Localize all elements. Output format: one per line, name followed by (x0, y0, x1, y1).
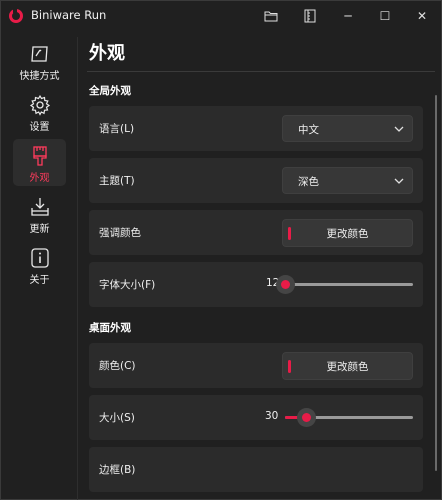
minimize-button[interactable]: ─ (329, 1, 367, 31)
size-value: 30 (265, 410, 279, 422)
scrollbar[interactable] (435, 95, 437, 471)
sidebar-item-settings[interactable]: 设置 (13, 88, 66, 135)
chevron-down-icon (394, 126, 404, 132)
close-button[interactable]: ✕ (403, 1, 441, 31)
shortcut-icon (30, 46, 48, 62)
folder-button[interactable] (252, 1, 290, 31)
font-size-slider[interactable] (275, 275, 413, 294)
border-card: 边框(B) (89, 447, 423, 492)
download-icon (30, 198, 49, 216)
size-card: 大小(S) 30 (89, 395, 423, 440)
change-desktop-color-button[interactable]: 更改颜色 (282, 352, 413, 380)
app-window: Biniware Run ─ ☐ ✕ 快捷方式 设置 外观 更新 关于 外观 全… (0, 0, 442, 500)
sidebar-item-label: 外观 (29, 173, 50, 184)
desktop-color-label: 颜色(C) (99, 360, 136, 372)
sidebar-item-label: 设置 (29, 122, 50, 133)
theme-select[interactable]: 深色 (282, 167, 413, 194)
archive-icon (304, 9, 316, 23)
sidebar-divider (77, 37, 78, 500)
font-size-label: 字体大小(F) (99, 279, 156, 291)
sidebar-item-label: 关于 (29, 275, 50, 286)
font-size-slider-thumb[interactable] (275, 275, 295, 294)
brush-icon (32, 146, 47, 166)
font-size-card: 字体大小(F) 12 (89, 262, 423, 307)
theme-label: 主题(T) (99, 175, 135, 187)
chevron-down-icon (394, 178, 404, 184)
change-color-label: 更改颜色 (326, 361, 369, 373)
size-label: 大小(S) (99, 412, 135, 424)
maximize-button[interactable]: ☐ (366, 1, 404, 31)
language-label: 语言(L) (99, 123, 135, 135)
border-label: 边框(B) (99, 464, 136, 476)
theme-value: 深色 (298, 176, 319, 188)
title-divider (87, 71, 435, 72)
sidebar-item-shortcuts[interactable]: 快捷方式 (13, 37, 66, 84)
sidebar-item-label: 快捷方式 (19, 71, 60, 82)
page-title: 外观 (89, 43, 125, 64)
change-color-label: 更改颜色 (326, 228, 369, 240)
change-accent-color-button[interactable]: 更改颜色 (282, 219, 413, 247)
sidebar-item-update[interactable]: 更新 (13, 190, 66, 237)
sidebar-item-label: 更新 (29, 224, 50, 235)
window-title: Biniware Run (31, 8, 107, 22)
accent-color-label: 强调颜色 (99, 227, 141, 239)
language-card: 语言(L) 中文 (89, 106, 423, 151)
folder-icon (264, 11, 278, 22)
sidebar: 快捷方式 设置 外观 更新 关于 (1, 31, 77, 500)
language-value: 中文 (298, 124, 319, 136)
size-slider[interactable] (285, 408, 413, 427)
info-icon (30, 248, 49, 268)
gear-icon (29, 94, 50, 116)
desktop-color-card: 颜色(C) 更改颜色 (89, 343, 423, 388)
language-select[interactable]: 中文 (282, 115, 413, 142)
app-logo-icon (9, 9, 23, 23)
size-slider-thumb[interactable] (297, 408, 317, 427)
sidebar-item-appearance[interactable]: 外观 (13, 139, 66, 186)
section-title-global: 全局外观 (89, 85, 131, 97)
theme-card: 主题(T) 深色 (89, 158, 423, 203)
section-title-desktop: 桌面外观 (89, 322, 131, 334)
accent-color-card: 强调颜色 更改颜色 (89, 210, 423, 255)
title-bar: Biniware Run ─ ☐ ✕ (1, 1, 441, 31)
sidebar-item-about[interactable]: 关于 (13, 241, 66, 288)
archive-button[interactable] (291, 1, 329, 31)
